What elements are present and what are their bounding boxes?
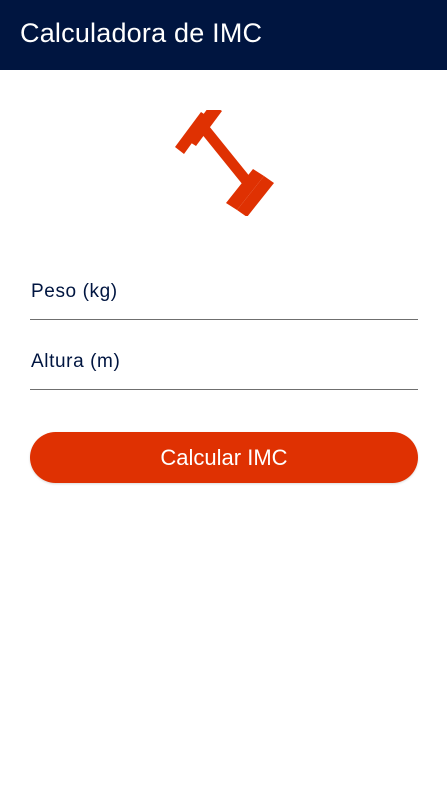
dumbbell-icon bbox=[170, 104, 278, 217]
app-title: Calculadora de IMC bbox=[20, 17, 263, 48]
height-input[interactable] bbox=[30, 334, 418, 389]
weight-field[interactable] bbox=[30, 264, 418, 320]
height-field[interactable] bbox=[30, 334, 418, 390]
weight-input[interactable] bbox=[30, 264, 418, 319]
calculate-bmi-button[interactable]: Calcular IMC bbox=[30, 432, 418, 483]
app-bar: Calculadora de IMC bbox=[0, 0, 447, 70]
